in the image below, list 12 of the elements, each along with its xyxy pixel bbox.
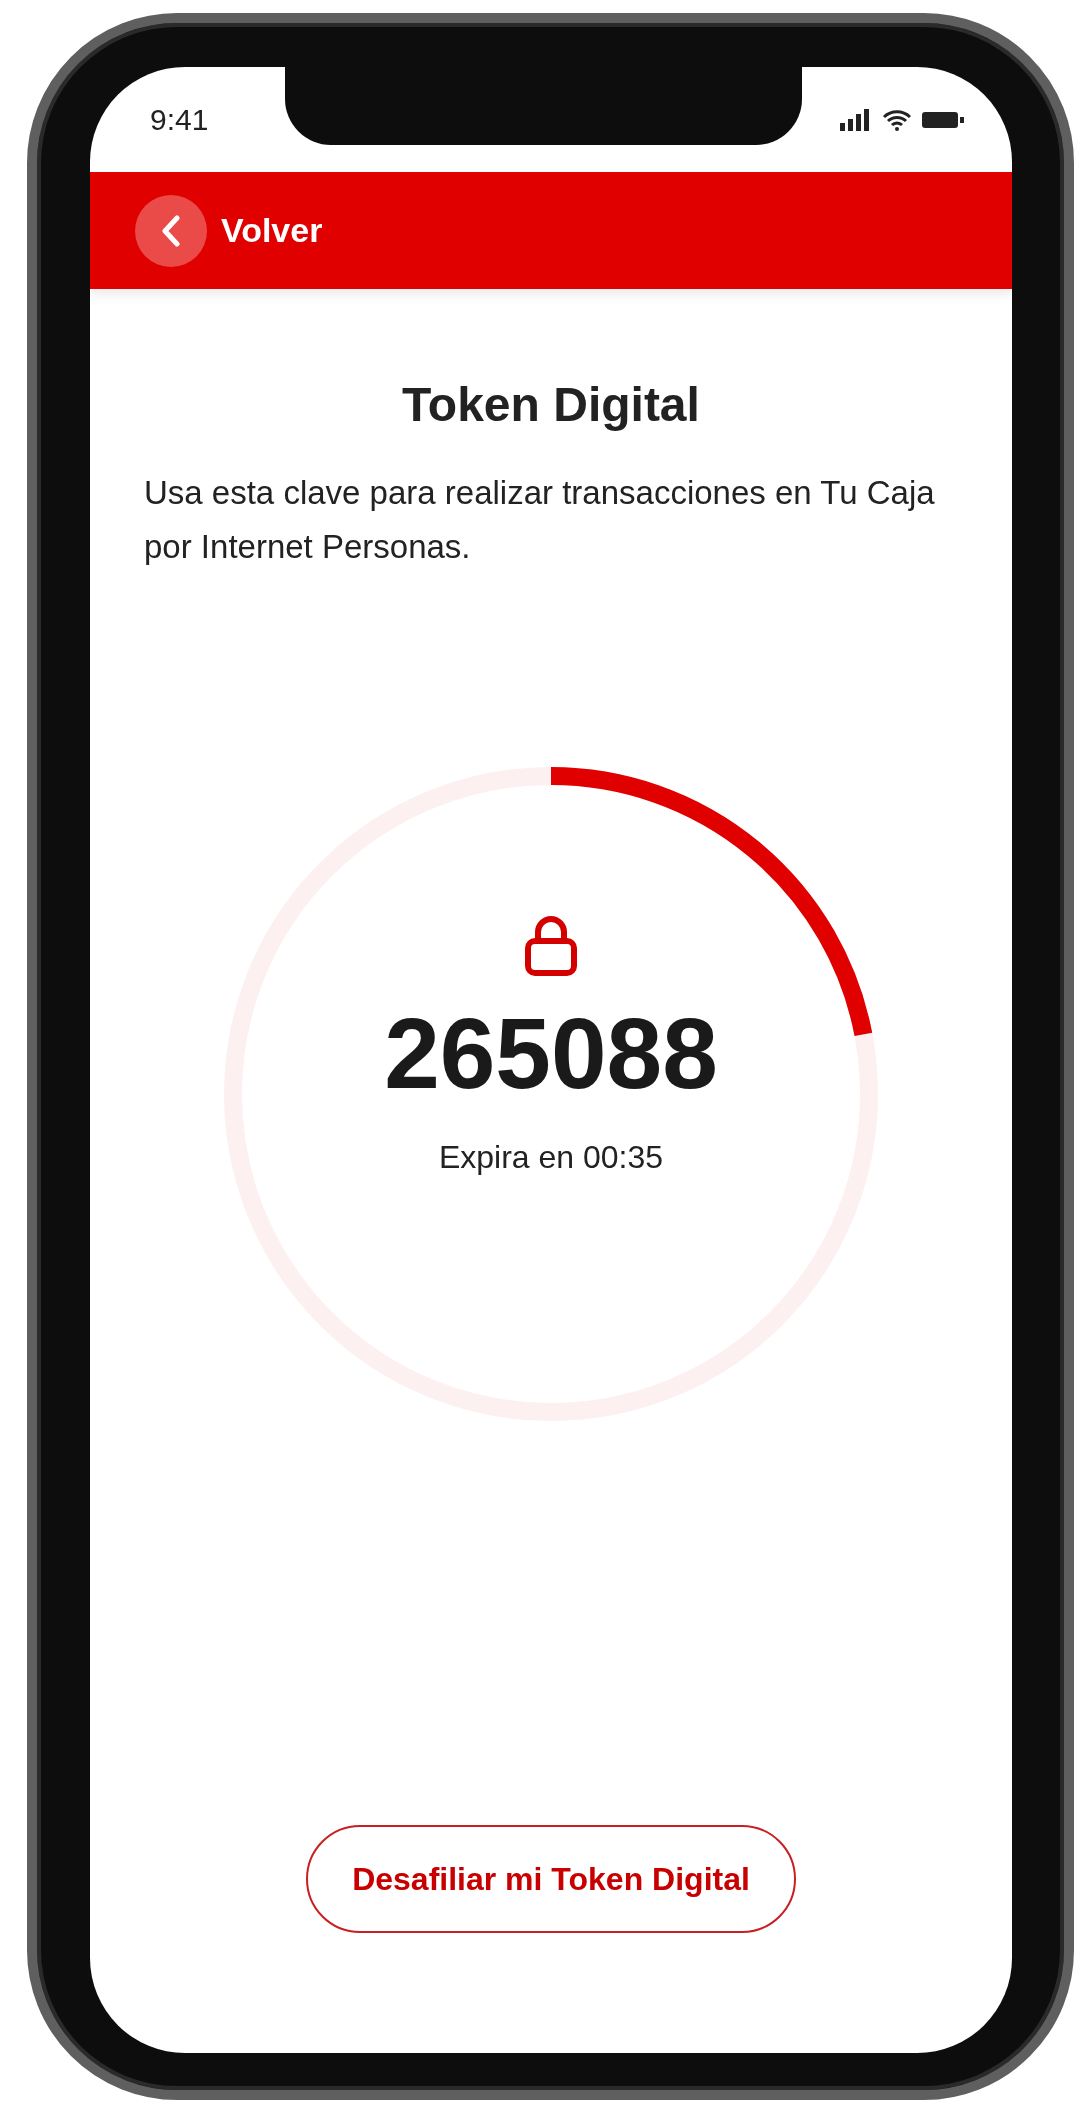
description-text: Usa esta clave para realizar transacciones en Tu Caja por Internet Personas. [144,473,936,567]
chevron-left-icon [160,214,182,247]
expiry-text: Expira en 00:35 [438,1139,664,1176]
battery-icon [922,109,964,130]
back-link[interactable]: Volver [221,211,323,250]
token-code: 265088 [384,996,718,1111]
unlink-token-button[interactable]: Desafiliar mi Token Digital [306,1825,796,1933]
lock-icon [525,914,577,976]
wifi-icon [882,108,912,131]
page-title: Token Digital [401,377,701,432]
status-time: 9:41 [150,102,209,137]
signal-icon [840,108,872,131]
